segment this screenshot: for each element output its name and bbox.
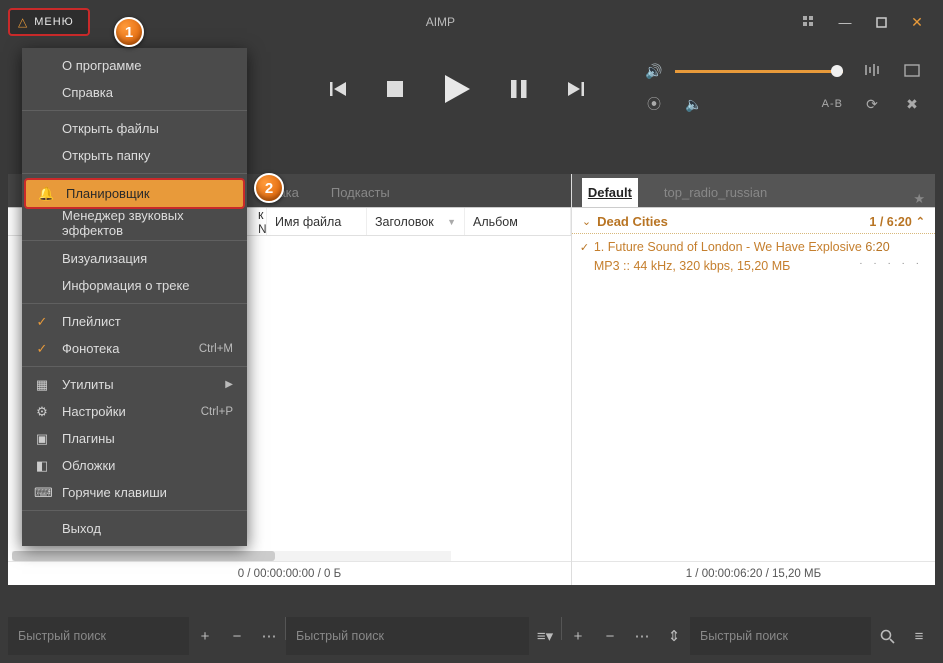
col-title[interactable]: Заголовок — [375, 215, 434, 229]
ab-repeat-button[interactable]: A-B — [822, 98, 843, 110]
check-icon: ✓ — [34, 341, 50, 357]
menu-open-files[interactable]: Открыть файлы — [22, 115, 247, 142]
track-meta: MP3 :: 44 kHz, 320 kbps, 15,20 МБ — [594, 259, 791, 273]
search-icon[interactable] — [871, 617, 903, 655]
col-filename[interactable]: Имя файла — [275, 215, 341, 229]
col-number[interactable]: к № — [258, 208, 267, 235]
menu-skins[interactable]: ◧Обложки — [22, 452, 247, 479]
track-more-icon[interactable]: · · · · · — [859, 256, 923, 271]
group-pos: 1 / 6:20 — [869, 215, 911, 229]
col-album[interactable]: Альбом — [473, 215, 518, 229]
track-check-icon[interactable]: ✓ — [580, 240, 589, 257]
menu-library[interactable]: ✓ФонотекаCtrl+M — [22, 335, 247, 362]
equalizer-icon[interactable] — [861, 63, 883, 80]
menu-playlist[interactable]: ✓Плейлист — [22, 308, 247, 335]
check-icon: ✓ — [34, 314, 50, 330]
left-more-button[interactable]: ⋯ — [253, 617, 285, 655]
menu-button[interactable]: △ МЕНЮ — [8, 8, 90, 36]
minimize-button[interactable]: — — [827, 8, 863, 36]
left-h-scrollbar[interactable] — [12, 551, 451, 561]
pl-more-button[interactable]: ⋯ — [626, 617, 658, 655]
volume-down-icon[interactable]: 🔈 — [683, 96, 705, 113]
volume-icon[interactable]: 🔊 — [643, 63, 665, 80]
keyboard-icon: ⌨ — [34, 485, 50, 501]
pl-sort-button[interactable]: ⇕ — [658, 617, 690, 655]
menu-open-folder[interactable]: Открыть папку — [22, 142, 247, 169]
favorite-tab-icon[interactable]: ★ — [913, 191, 925, 207]
menu-exit[interactable]: Выход — [22, 515, 247, 542]
close-button[interactable]: ✕ — [899, 8, 935, 36]
menu-utilities[interactable]: ▦Утилиты▶ — [22, 371, 247, 398]
mid-search-input[interactable] — [286, 617, 529, 655]
broadcast-icon[interactable]: ⦿ — [643, 94, 665, 114]
skins-icon: ◧ — [34, 458, 50, 474]
tools-icon: ▦ — [34, 377, 50, 393]
visual-icon[interactable] — [901, 64, 923, 80]
volume-slider[interactable] — [675, 70, 843, 73]
menu-hotkeys[interactable]: ⌨Горячие клавиши — [22, 479, 247, 506]
main-menu-dropdown: О программе Справка Открыть файлы Открыт… — [22, 48, 247, 546]
repeat-icon[interactable]: ⟳ — [861, 96, 883, 113]
maximize-button[interactable] — [863, 8, 899, 36]
pl-remove-button[interactable]: − — [594, 617, 626, 655]
menu-plugins[interactable]: ▣Плагины — [22, 425, 247, 452]
track-duration: 6:20 — [865, 240, 889, 254]
prev-button[interactable] — [328, 79, 348, 99]
stop-button[interactable] — [386, 80, 404, 98]
menu-about[interactable]: О программе — [22, 52, 247, 79]
annotation-1: 1 — [114, 17, 144, 47]
menu-visualization[interactable]: Визуализация — [22, 245, 247, 272]
annotation-2: 2 — [254, 173, 284, 203]
right-menu-button[interactable]: ≡ — [903, 617, 935, 655]
mid-list-button[interactable]: ≡▾ — [529, 617, 561, 655]
menu-help[interactable]: Справка — [22, 79, 247, 106]
tab-podcasts[interactable]: Подкасты — [325, 178, 396, 207]
gear-icon: ⚙ — [34, 404, 50, 420]
play-button[interactable] — [442, 73, 472, 105]
menu-track-info[interactable]: Информация о треке — [22, 272, 247, 299]
pl-add-button[interactable]: + — [562, 617, 594, 655]
shuffle-icon[interactable]: ✖ — [901, 96, 923, 113]
right-status: 1 / 00:00:06:20 / 15,20 МБ — [572, 561, 935, 585]
pause-button[interactable] — [510, 79, 528, 99]
left-add-button[interactable]: + — [189, 617, 221, 655]
menu-scheduler[interactable]: 🔔Планировщик — [24, 178, 245, 209]
window-title: AIMP — [90, 15, 791, 29]
track-title: 1. Future Sound of London - We Have Expl… — [594, 240, 862, 254]
tab-default[interactable]: Default — [582, 178, 638, 207]
left-remove-button[interactable]: − — [221, 617, 253, 655]
plugins-icon: ▣ — [34, 431, 50, 447]
group-title: Dead Cities — [597, 214, 668, 229]
tab-top-radio[interactable]: top_radio_russian — [658, 178, 773, 207]
compact-mode-button[interactable] — [791, 8, 827, 36]
right-search-input[interactable] — [690, 617, 871, 655]
next-button[interactable] — [566, 79, 586, 99]
bell-icon: 🔔 — [38, 186, 54, 202]
app-logo-icon: △ — [18, 15, 28, 29]
group-collapse-icon[interactable]: ⌄ — [582, 215, 591, 228]
menu-button-label: МЕНЮ — [34, 16, 74, 28]
menu-settings[interactable]: ⚙НастройкиCtrl+P — [22, 398, 247, 425]
menu-fx-manager[interactable]: Менеджер звуковых эффектов — [22, 209, 247, 236]
track-row[interactable]: ✓ 1. Future Sound of London - We Have Ex… — [572, 234, 935, 280]
left-search-input[interactable] — [8, 617, 189, 655]
left-status: 0 / 00:00:00:00 / 0 Б — [8, 561, 571, 585]
group-up-icon[interactable]: ⌃ — [916, 215, 925, 228]
